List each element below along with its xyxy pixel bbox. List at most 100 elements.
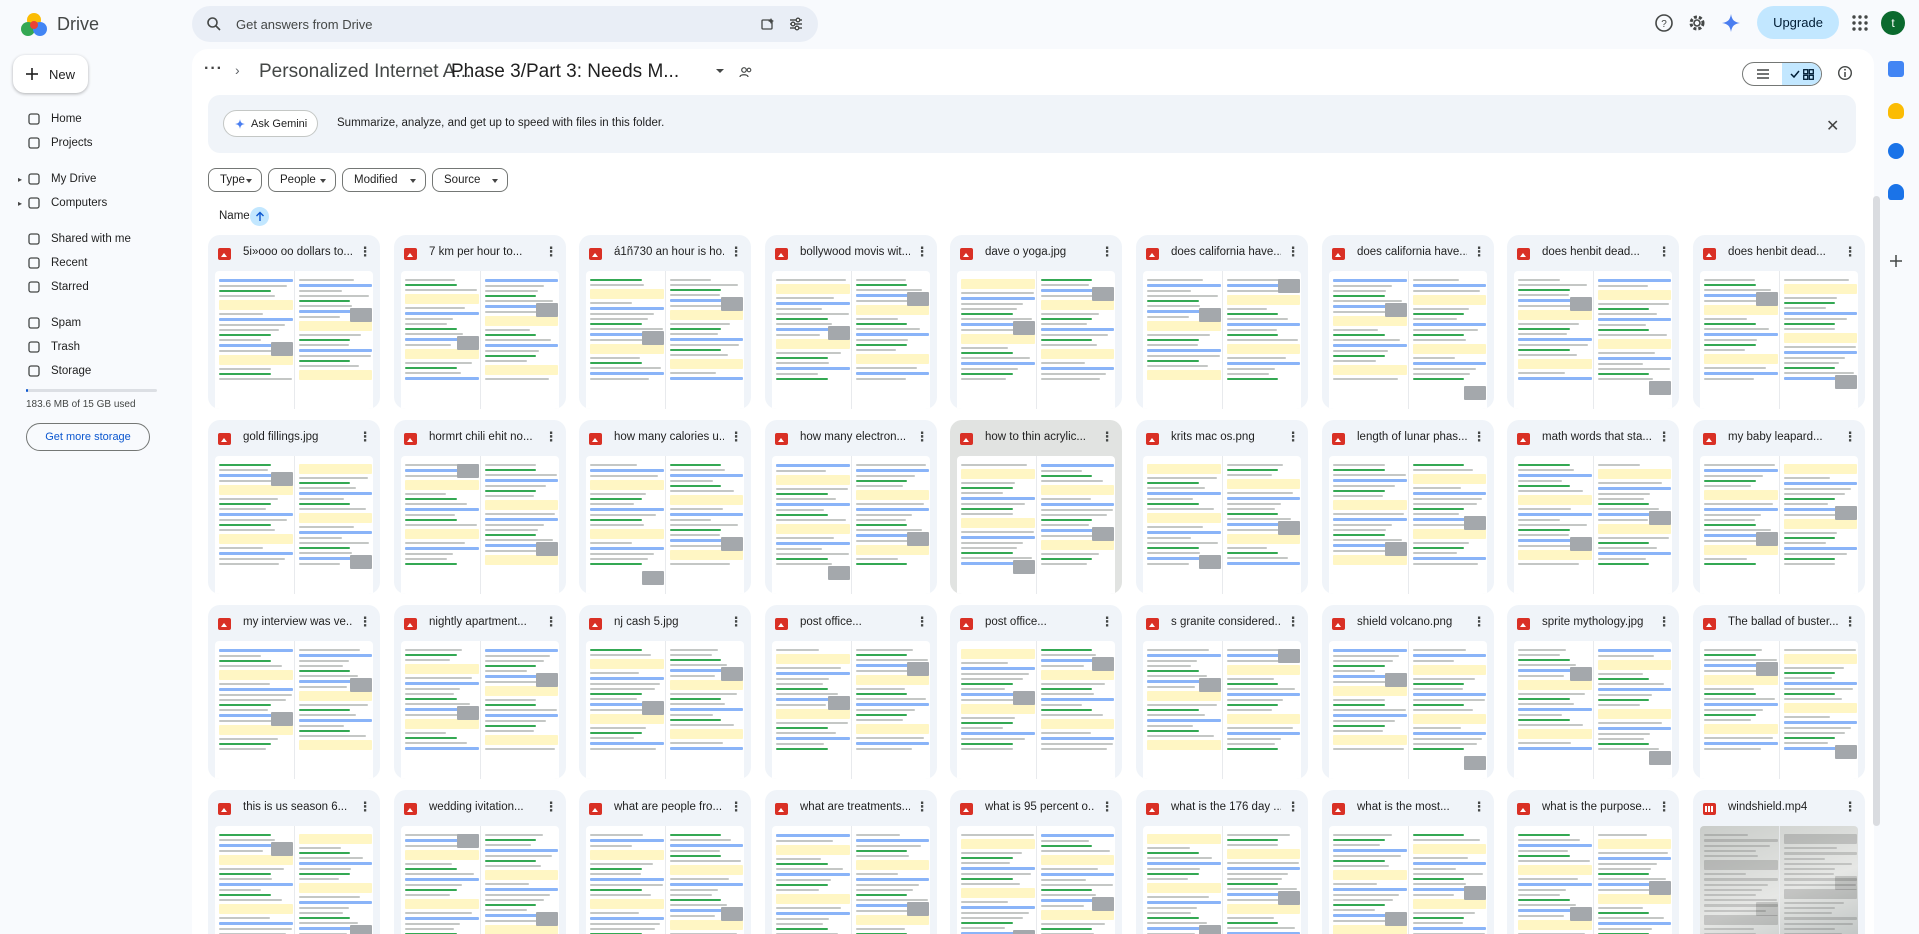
more-actions-icon[interactable]: ⋮: [915, 614, 929, 630]
breadcrumb-parent[interactable]: Personalized Internet A...: [259, 61, 471, 83]
upgrade-button[interactable]: Upgrade: [1757, 6, 1839, 39]
file-card[interactable]: does california have... ⋮: [1322, 235, 1494, 409]
file-card[interactable]: my baby leapard... ⋮: [1693, 420, 1865, 594]
account-avatar[interactable]: t: [1881, 11, 1905, 35]
more-actions-icon[interactable]: ⋮: [544, 429, 558, 445]
calendar-icon[interactable]: [1888, 61, 1904, 77]
more-actions-icon[interactable]: ⋮: [1286, 244, 1300, 260]
file-card[interactable]: length of lunar phas... ⋮: [1322, 420, 1494, 594]
file-card[interactable]: what is the purpose... ⋮: [1507, 790, 1679, 934]
file-card[interactable]: post office... ⋮: [950, 605, 1122, 779]
add-addon-plus-icon[interactable]: [1889, 254, 1903, 268]
sort-by-name-label[interactable]: Name: [219, 210, 250, 222]
close-icon[interactable]: ✕: [1826, 116, 1839, 136]
tasks-icon[interactable]: [1888, 143, 1904, 159]
file-card[interactable]: á1ñ730 an hour is ho... ⋮: [579, 235, 751, 409]
sort-direction-button[interactable]: [250, 207, 269, 226]
file-card[interactable]: does henbit dead... ⋮: [1693, 235, 1865, 409]
contacts-icon[interactable]: [1888, 184, 1904, 200]
more-actions-icon[interactable]: ⋮: [1843, 429, 1857, 445]
expand-caret-icon[interactable]: ▸: [18, 199, 22, 208]
sidebar-item-home[interactable]: Home: [0, 108, 190, 130]
file-card[interactable]: my interview was ve... ⋮: [208, 605, 380, 779]
more-actions-icon[interactable]: ⋮: [358, 244, 372, 260]
sidebar-item-shared-with-me[interactable]: Shared with me: [0, 228, 190, 250]
sidebar-item-starred[interactable]: Starred: [0, 276, 190, 298]
more-actions-icon[interactable]: ⋮: [729, 799, 743, 815]
ai-search-icon[interactable]: [760, 16, 776, 32]
breadcrumb-overflow-button[interactable]: ···: [204, 60, 223, 78]
file-card[interactable]: krits mac os.png ⋮: [1136, 420, 1308, 594]
more-actions-icon[interactable]: ⋮: [1100, 614, 1114, 630]
more-actions-icon[interactable]: ⋮: [1286, 799, 1300, 815]
more-actions-icon[interactable]: ⋮: [1286, 614, 1300, 630]
more-actions-icon[interactable]: ⋮: [1843, 614, 1857, 630]
more-actions-icon[interactable]: ⋮: [1100, 244, 1114, 260]
more-actions-icon[interactable]: ⋮: [1472, 799, 1486, 815]
shared-folder-people-icon[interactable]: [739, 65, 753, 79]
file-card[interactable]: what is 95 percent o... ⋮: [950, 790, 1122, 934]
file-card[interactable]: post office... ⋮: [765, 605, 937, 779]
breadcrumb-current[interactable]: Phase 3/Part 3: Needs M...: [451, 61, 679, 83]
search-bar[interactable]: [192, 6, 818, 42]
file-card[interactable]: what is the 176 day ... ⋮: [1136, 790, 1308, 934]
file-card[interactable]: wedding ivitation... ⋮: [394, 790, 566, 934]
file-card[interactable]: how to thin acrylic... ⋮: [950, 420, 1122, 594]
filter-type[interactable]: Type: [208, 168, 262, 192]
more-actions-icon[interactable]: ⋮: [729, 244, 743, 260]
more-actions-icon[interactable]: ⋮: [915, 244, 929, 260]
more-actions-icon[interactable]: ⋮: [544, 244, 558, 260]
sidebar-item-my-drive[interactable]: ▸ My Drive: [0, 168, 190, 190]
file-card[interactable]: gold fillings.jpg ⋮: [208, 420, 380, 594]
help-icon[interactable]: ?: [1653, 12, 1675, 34]
file-card[interactable]: dave o yoga.jpg ⋮: [950, 235, 1122, 409]
file-card[interactable]: bollywood movis wit... ⋮: [765, 235, 937, 409]
file-card[interactable]: what are people fro... ⋮: [579, 790, 751, 934]
file-card[interactable]: does california have... ⋮: [1136, 235, 1308, 409]
more-actions-icon[interactable]: ⋮: [915, 799, 929, 815]
more-actions-icon[interactable]: ⋮: [358, 614, 372, 630]
file-card[interactable]: windshield.mp4 ⋮: [1693, 790, 1865, 934]
sidebar-item-spam[interactable]: Spam: [0, 312, 190, 334]
file-card[interactable]: 7 km per hour to... ⋮: [394, 235, 566, 409]
file-card[interactable]: s granite considered... ⋮: [1136, 605, 1308, 779]
more-actions-icon[interactable]: ⋮: [544, 799, 558, 815]
more-actions-icon[interactable]: ⋮: [1657, 614, 1671, 630]
sidebar-item-computers[interactable]: ▸ Computers: [0, 192, 190, 214]
file-card[interactable]: what is the most... ⋮: [1322, 790, 1494, 934]
more-actions-icon[interactable]: ⋮: [1100, 799, 1114, 815]
search-options-icon[interactable]: [788, 16, 804, 32]
search-input[interactable]: [234, 12, 734, 36]
more-actions-icon[interactable]: ⋮: [1657, 429, 1671, 445]
more-actions-icon[interactable]: ⋮: [1843, 244, 1857, 260]
filter-modified[interactable]: Modified: [342, 168, 426, 192]
file-card[interactable]: shield volcano.png ⋮: [1322, 605, 1494, 779]
more-actions-icon[interactable]: ⋮: [544, 614, 558, 630]
filter-people[interactable]: People: [268, 168, 336, 192]
more-actions-icon[interactable]: ⋮: [1843, 799, 1857, 815]
file-card[interactable]: how many calories u... ⋮: [579, 420, 751, 594]
drive-logo[interactable]: Drive: [19, 10, 99, 38]
more-actions-icon[interactable]: ⋮: [358, 429, 372, 445]
view-toggle[interactable]: [1742, 62, 1822, 86]
gemini-spark-icon[interactable]: [1720, 12, 1742, 34]
file-card[interactable]: nj cash 5.jpg ⋮: [579, 605, 751, 779]
grid-view-button[interactable]: [1782, 63, 1821, 85]
sidebar-item-trash[interactable]: Trash: [0, 336, 190, 358]
chevron-down-icon[interactable]: [715, 67, 725, 75]
more-actions-icon[interactable]: ⋮: [1286, 429, 1300, 445]
more-actions-icon[interactable]: ⋮: [729, 429, 743, 445]
file-card[interactable]: 5i»ooo oo dollars to... ⋮: [208, 235, 380, 409]
more-actions-icon[interactable]: ⋮: [729, 614, 743, 630]
file-card[interactable]: sprite mythology.jpg ⋮: [1507, 605, 1679, 779]
file-card[interactable]: how many electron... ⋮: [765, 420, 937, 594]
sidebar-item-storage[interactable]: Storage: [0, 360, 190, 382]
sidebar-item-projects[interactable]: Projects: [0, 132, 190, 154]
file-card[interactable]: this is us season 6... ⋮: [208, 790, 380, 934]
more-actions-icon[interactable]: ⋮: [1100, 429, 1114, 445]
info-icon[interactable]: [1837, 65, 1853, 81]
keep-icon[interactable]: [1888, 103, 1904, 119]
more-actions-icon[interactable]: ⋮: [1472, 614, 1486, 630]
file-card[interactable]: hormrt chili ehit no... ⋮: [394, 420, 566, 594]
settings-gear-icon[interactable]: [1686, 12, 1708, 34]
